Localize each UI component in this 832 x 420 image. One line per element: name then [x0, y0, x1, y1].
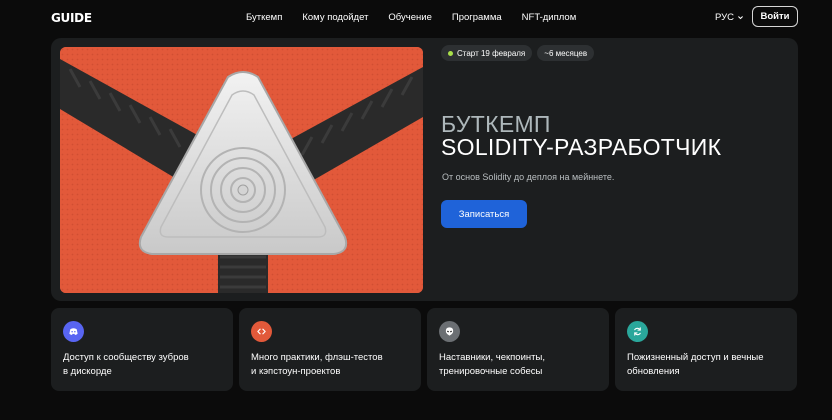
status-dot-icon	[448, 50, 453, 56]
feature-text: Доступ к сообществу зубров в дискорде	[63, 351, 228, 379]
refresh-icon	[627, 321, 648, 342]
login-button[interactable]: Войти	[752, 6, 798, 27]
hero-card: Старт 19 февраля ~6 месяцев БУТКЕМП SOLI…	[51, 38, 798, 301]
feature-card-community: Доступ к сообществу зубров в дискорде	[51, 308, 233, 391]
nav-link-nft-diploma[interactable]: NFT-диплом	[522, 12, 577, 23]
feature-line: и кэпстоун-проектов	[251, 366, 341, 377]
start-date-label: Старт 19 февраля	[457, 48, 526, 58]
nav-link-audience[interactable]: Кому подойдет	[302, 12, 368, 23]
duration-badge: ~6 месяцев	[537, 45, 595, 61]
feature-card-lifetime-access: Пожизненный доступ и вечные обновления	[615, 308, 797, 391]
chevron-down-icon	[738, 16, 744, 20]
feature-text: Пожизненный доступ и вечные обновления	[627, 351, 792, 379]
feature-card-mentors: Наставники, чекпоинты, тренировочные соб…	[427, 308, 609, 391]
enroll-button[interactable]: Записаться	[441, 200, 527, 228]
feature-text: Много практики, флэш-тестов и кэпстоун-п…	[251, 351, 416, 379]
code-icon	[251, 321, 272, 342]
feature-line: Пожизненный доступ и вечные	[627, 352, 764, 363]
feature-card-practice: Много практики, флэш-тестов и кэпстоун-п…	[239, 308, 421, 391]
nav-link-program[interactable]: Программа	[452, 12, 502, 23]
hero-subtitle: От основ Solidity до деплоя на мейннете.	[442, 172, 615, 182]
main-nav: Буткемп Кому подойдет Обучение Программа…	[246, 12, 596, 23]
hero-image	[60, 47, 423, 293]
site-header: GUIDE Буткемп Кому подойдет Обучение Про…	[0, 0, 832, 36]
feature-line: Наставники, чекпоинты,	[439, 352, 545, 363]
hero-badges: Старт 19 февраля ~6 месяцев	[441, 45, 595, 61]
feature-line: Много практики, флэш-тестов	[251, 352, 383, 363]
feature-line: Доступ к сообществу зубров	[63, 352, 189, 363]
feature-line: в дискорде	[63, 366, 112, 377]
feature-line: тренировочные собесы	[439, 366, 543, 377]
duration-label: ~6 месяцев	[544, 48, 588, 58]
feature-line: обновления	[627, 366, 680, 377]
language-selector[interactable]: РУС	[715, 12, 744, 23]
nav-link-bootcamp[interactable]: Буткемп	[246, 12, 282, 23]
logo[interactable]: GUIDE	[51, 11, 92, 25]
alien-icon	[439, 321, 460, 342]
discord-icon	[63, 321, 84, 342]
language-label: РУС	[715, 12, 735, 23]
feature-text: Наставники, чекпоинты, тренировочные соб…	[439, 351, 604, 379]
nav-link-learning[interactable]: Обучение	[388, 12, 431, 23]
ethereum-device-illustration	[60, 47, 423, 293]
start-date-badge: Старт 19 февраля	[441, 45, 533, 61]
hero-title-line2: SOLIDITY-РАЗРАБОТЧИК	[441, 134, 722, 160]
